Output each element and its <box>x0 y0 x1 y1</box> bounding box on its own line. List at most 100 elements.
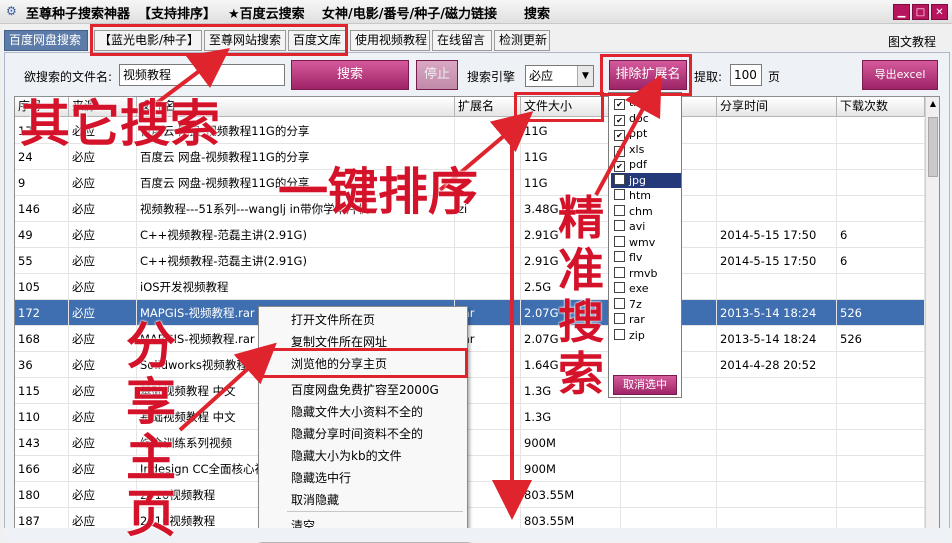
checkbox-empty-icon[interactable] <box>614 173 625 185</box>
ext-option-flv[interactable]: flv <box>611 250 681 265</box>
ext-option-htm[interactable]: htm <box>611 188 681 203</box>
fetch-pages-input[interactable]: 100 <box>730 64 762 86</box>
checkbox-empty-icon[interactable] <box>614 297 625 309</box>
context-menu-item[interactable]: 打开文件所在页 <box>261 309 465 331</box>
checkbox-checked-icon[interactable]: ✔ <box>614 145 625 157</box>
column-header-size[interactable]: 文件大小▽ <box>521 97 621 117</box>
table-row[interactable]: 55 必应 C++视频教程-范磊主讲(2.91G) 2.91G 2014-5-15 17… <box>15 248 925 274</box>
checkbox-empty-icon[interactable] <box>614 235 625 247</box>
table-cell-dl <box>837 378 925 404</box>
table-cell-time <box>717 144 837 170</box>
context-menu-item[interactable]: 隐藏文件大小资料不全的 <box>261 401 465 423</box>
checkbox-checked-icon[interactable]: ✔ <box>614 99 625 110</box>
context-menu: 打开文件所在页 复制文件所在网址 浏览他的分享主页 百度网盘免费扩容至2000G 隐藏文… <box>258 306 468 542</box>
context-menu-item[interactable]: 复制文件所在网址 <box>261 331 465 353</box>
tab-baidu-pan[interactable]: 百度网盘搜索 <box>4 30 88 51</box>
filename-input[interactable]: 视频教程 <box>119 64 285 86</box>
context-menu-item[interactable]: 百度网盘免费扩容至2000G <box>261 379 465 401</box>
table-cell-src: 必应 <box>69 222 137 248</box>
stop-button[interactable]: 停止 <box>416 60 458 90</box>
tab-update[interactable]: 检测更新 <box>494 30 550 51</box>
ext-option-jpg[interactable]: jpg <box>611 172 681 188</box>
tab-video-tutorial[interactable]: 使用视频教程 <box>350 30 430 51</box>
context-menu-item[interactable]: 隐藏大小为kb的文件 <box>261 445 465 467</box>
ext-option-7z[interactable]: 7z <box>611 297 681 312</box>
checkbox-checked-icon[interactable]: ✔ <box>614 114 625 126</box>
column-header-dl[interactable]: 下载次数 <box>837 97 925 117</box>
exclude-ext-button[interactable]: 排除扩展名 <box>609 60 687 90</box>
table-cell-time: 2014-4-28 20:52 <box>717 352 837 378</box>
checkbox-empty-icon[interactable] <box>614 204 625 216</box>
tab-bluray[interactable]: 【蓝光电影/种子】 <box>94 30 202 51</box>
cancel-selection-button[interactable]: 取消选中 <box>613 375 677 395</box>
tab-message[interactable]: 在线留言 <box>432 30 492 51</box>
ext-option-chm[interactable]: chm <box>611 204 681 219</box>
tab-site-search[interactable]: 至尊网站搜索 <box>204 30 286 51</box>
ext-option-xls[interactable]: ✔ xls <box>611 142 681 157</box>
engine-select[interactable]: 必应 ▼ <box>525 65 594 87</box>
column-header-ext[interactable]: 扩展名 <box>455 97 521 117</box>
checkbox-empty-icon[interactable] <box>614 282 625 293</box>
export-excel-button[interactable]: 导出excel <box>862 60 938 90</box>
tab-baidu-wenku[interactable]: 百度文库 <box>288 30 348 51</box>
table-cell-mid <box>621 482 717 508</box>
vertical-scrollbar[interactable]: ▲ <box>925 97 939 541</box>
table-row[interactable]: 49 必应 C++视频教程-范磊主讲(2.91G) 2.91G 2014-5-15 17… <box>15 222 925 248</box>
context-menu-item[interactable]: 取消隐藏 <box>261 489 465 511</box>
ext-option-avi[interactable]: avi <box>611 219 681 234</box>
context-menu-item[interactable]: 浏览他的分享主页 <box>261 353 465 375</box>
minimize-button[interactable]: ▁ <box>893 4 910 20</box>
tab-bar: 百度网盘搜索 【蓝光电影/种子】 至尊网站搜索 百度文库 使用视频教程 在线留言… <box>0 30 952 52</box>
menu-baidu-search[interactable]: ★百度云搜索 <box>228 3 305 22</box>
menu-links[interactable]: 女神/电影/番号/种子/磁力链接 <box>322 3 497 22</box>
checkbox-empty-icon[interactable] <box>614 251 625 262</box>
table-cell-id: 55 <box>15 248 69 274</box>
checkbox-empty-icon[interactable] <box>614 266 625 278</box>
table-cell-id: 172 <box>15 300 69 326</box>
search-button[interactable]: 搜索 <box>291 60 409 90</box>
table-row[interactable]: 105 必应 iOS开发视频教程 2.5G <box>15 274 925 300</box>
table-cell-time <box>717 274 837 300</box>
ext-option-zip[interactable]: zip <box>611 328 681 343</box>
table-cell-name: C++视频教程-范磊主讲(2.91G) <box>137 248 455 274</box>
ext-option-txt[interactable]: ✔ txt <box>611 95 681 110</box>
context-menu-item[interactable]: 隐藏选中行 <box>261 467 465 489</box>
ext-option-label: zip <box>629 328 645 342</box>
table-cell-dl: 526 <box>837 300 925 326</box>
ext-option-ppt[interactable]: ✔ ppt <box>611 126 681 141</box>
table-cell-time <box>717 456 837 482</box>
ext-option-exe[interactable]: exe <box>611 281 681 296</box>
dropdown-arrow-icon[interactable]: ▼ <box>577 66 593 86</box>
menu-separator <box>287 375 463 376</box>
context-menu-item[interactable]: 隐藏分享时间资料不全的 <box>261 423 465 445</box>
checkbox-empty-icon[interactable] <box>614 313 625 324</box>
table-cell-time <box>717 430 837 456</box>
ext-option-pdf[interactable]: ✔ pdf <box>611 157 681 172</box>
menu-separator <box>287 511 463 512</box>
checkbox-empty-icon[interactable] <box>614 328 625 340</box>
maximize-button[interactable]: □ <box>912 4 929 20</box>
ext-option-wmv[interactable]: wmv <box>611 235 681 250</box>
column-header-time[interactable]: 分享时间 <box>717 97 837 117</box>
annotation-share-home: 分享主页 <box>126 317 176 543</box>
menu-sort[interactable]: 【支持排序】 <box>138 3 216 22</box>
ext-option-doc[interactable]: ✔ doc <box>611 111 681 126</box>
engine-label: 搜索引擎 <box>467 70 516 84</box>
checkbox-empty-icon[interactable] <box>614 220 625 231</box>
close-button[interactable]: ✕ <box>931 4 948 20</box>
table-cell-dl <box>837 404 925 430</box>
checkbox-checked-icon[interactable]: ✔ <box>614 130 625 141</box>
ext-option-rmvb[interactable]: rmvb <box>611 266 681 281</box>
ext-option-rar[interactable]: rar <box>611 312 681 327</box>
checkbox-empty-icon[interactable] <box>614 189 625 200</box>
help-link[interactable]: 图文教程 <box>888 33 936 50</box>
checkbox-checked-icon[interactable]: ✔ <box>614 161 625 172</box>
scroll-thumb[interactable] <box>928 117 938 177</box>
scroll-up-icon[interactable]: ▲ <box>927 99 939 111</box>
menu-search[interactable]: 搜索 <box>524 3 550 22</box>
extension-filter-list: ✔ txt ✔ doc ✔ ppt ✔ xls ✔ pdf jpg htm chm avi wmv flv rm… <box>608 92 682 398</box>
table-cell-time <box>717 118 837 144</box>
table-cell-time <box>717 170 837 196</box>
table-cell-dl: 6 <box>837 222 925 248</box>
ext-option-label: htm <box>629 189 651 202</box>
